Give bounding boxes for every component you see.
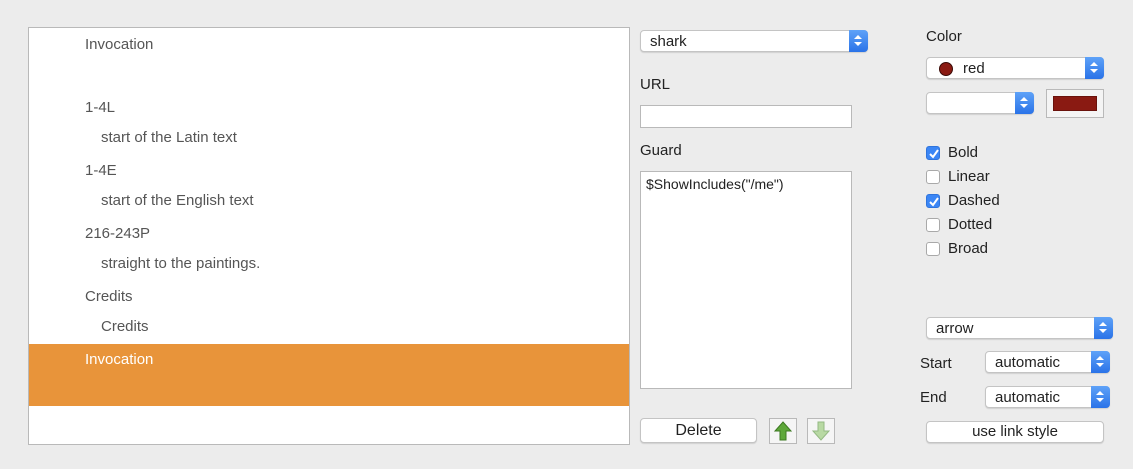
delete-button[interactable]: Delete	[640, 418, 757, 443]
linear-label: Linear	[948, 168, 990, 185]
list-item-selected-title: Invocation	[85, 351, 154, 368]
checkbox-checked-icon	[926, 146, 940, 160]
guard-label: Guard	[640, 142, 682, 159]
color-well[interactable]	[1046, 89, 1104, 118]
list-item-title[interactable]: 216-243P	[29, 225, 629, 242]
checkbox-checked-icon	[926, 194, 940, 208]
list-item-title[interactable]: 1-4E	[29, 162, 629, 179]
guard-textarea[interactable]: $ShowIncludes("/me")	[640, 171, 852, 389]
chevron-updown-icon	[1091, 351, 1110, 373]
bold-label: Bold	[948, 144, 979, 161]
checkbox-unchecked-icon	[926, 242, 940, 256]
end-label: End	[920, 389, 947, 406]
list-item-subtitle[interactable]: start of the English text	[29, 192, 629, 209]
color-dot-icon	[939, 62, 953, 76]
secondary-popup[interactable]	[926, 92, 1034, 114]
broad-label: Broad	[948, 240, 989, 257]
use-link-style-button[interactable]: use link style	[926, 421, 1104, 443]
list-item-subtitle[interactable]: straight to the paintings.	[29, 255, 629, 272]
list-item-subtitle[interactable]: start of the Latin text	[29, 129, 629, 146]
end-popup[interactable]: automatic	[985, 386, 1110, 408]
dashed-label: Dashed	[948, 192, 1000, 209]
target-popup[interactable]: shark	[640, 30, 868, 52]
arrow-style-value: arrow	[936, 320, 974, 337]
arrow-style-popup[interactable]: arrow	[926, 317, 1113, 339]
chevron-updown-icon	[1015, 92, 1034, 114]
url-label: URL	[640, 76, 671, 93]
list-item-title[interactable]: Invocation	[29, 36, 629, 53]
start-label: Start	[920, 355, 952, 372]
color-popup[interactable]: red	[926, 57, 1104, 79]
chevron-updown-icon	[1094, 317, 1113, 339]
chevron-updown-icon	[1085, 57, 1104, 79]
end-popup-value: automatic	[995, 389, 1061, 406]
list-item-title[interactable]: 1-4L	[29, 99, 629, 116]
chevron-updown-icon	[1091, 386, 1110, 408]
dotted-label: Dotted	[948, 216, 993, 233]
url-field[interactable]	[640, 105, 852, 128]
start-popup-value: automatic	[995, 354, 1061, 371]
chevron-updown-icon	[849, 30, 868, 52]
list-item-selected[interactable]: Invocation	[29, 344, 629, 406]
list-item-subtitle[interactable]: Credits	[29, 318, 629, 335]
start-popup[interactable]: automatic	[985, 351, 1110, 373]
color-popup-value: red	[963, 60, 985, 77]
target-popup-value: shark	[650, 33, 687, 50]
color-well-fill	[1053, 96, 1097, 111]
move-up-button[interactable]	[769, 418, 797, 444]
arrow-up-icon	[773, 421, 793, 441]
color-label: Color	[926, 28, 962, 45]
checkbox-unchecked-icon	[926, 170, 940, 184]
link-list[interactable]: Invocation 1-4L start of the Latin text …	[28, 27, 630, 445]
checkbox-unchecked-icon	[926, 218, 940, 232]
list-item-title[interactable]: Credits	[29, 288, 629, 305]
move-down-button[interactable]	[807, 418, 835, 444]
arrow-down-icon	[811, 421, 831, 441]
